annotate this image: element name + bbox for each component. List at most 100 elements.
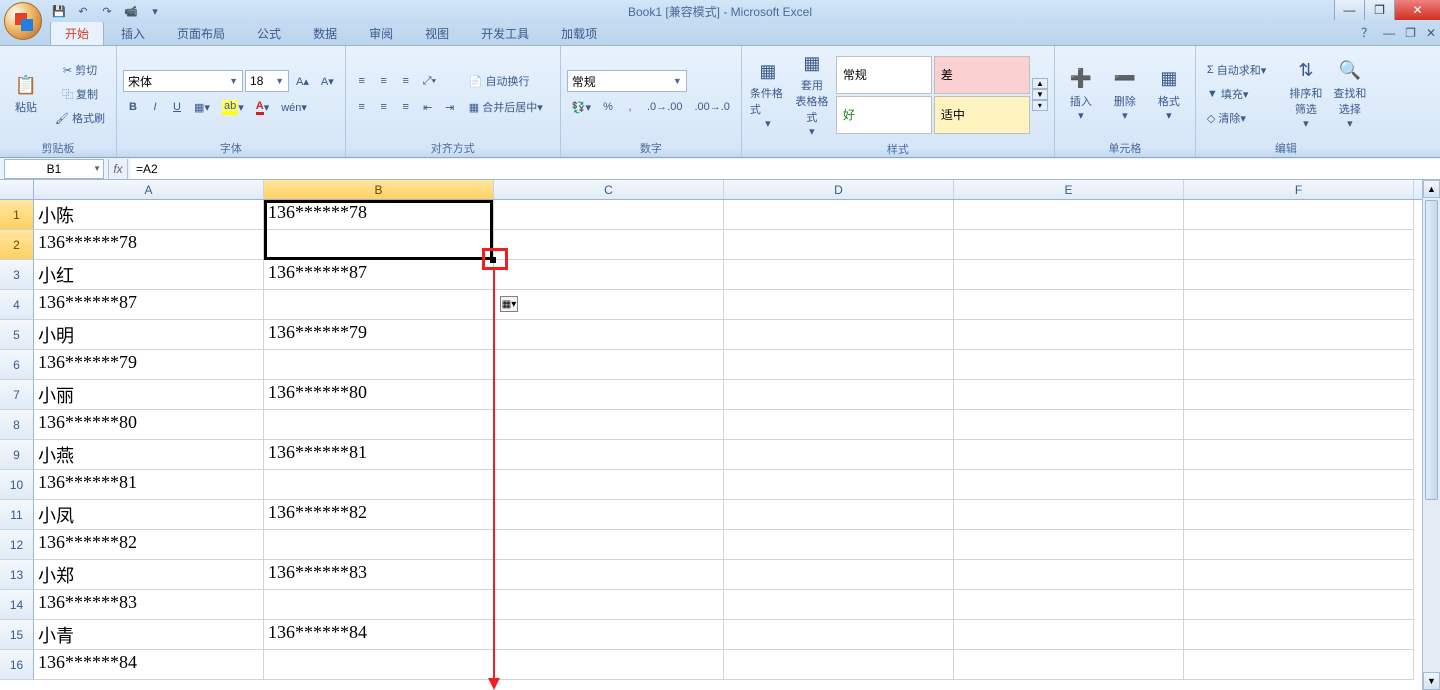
cell[interactable]: 136******84 <box>264 620 494 650</box>
scroll-down-icon[interactable]: ▼ <box>1423 672 1440 690</box>
cell[interactable] <box>494 260 724 290</box>
align-bottom-button[interactable]: ≡ <box>396 70 416 92</box>
find-select-button[interactable]: 🔍查找和 选择▾ <box>1330 49 1370 139</box>
cell[interactable] <box>954 440 1184 470</box>
column-header-D[interactable]: D <box>724 180 954 199</box>
clear-button[interactable]: ◇ 清除▾ <box>1202 107 1282 129</box>
cell[interactable] <box>954 290 1184 320</box>
fill-button[interactable]: ▼ 填充▾ <box>1202 83 1282 105</box>
format-painter-button[interactable]: 🖌 格式刷 <box>50 107 110 129</box>
cell[interactable]: 136******83 <box>34 590 264 620</box>
autofill-options-button[interactable]: ▦▾ <box>500 296 518 312</box>
sort-filter-button[interactable]: ⇅排序和 筛选▾ <box>1286 49 1326 139</box>
cell[interactable]: 小明 <box>34 320 264 350</box>
row-header[interactable]: 6 <box>0 350 34 380</box>
cell[interactable] <box>1184 590 1414 620</box>
qat-redo-icon[interactable]: ↷ <box>98 2 116 20</box>
cell[interactable] <box>954 620 1184 650</box>
increase-indent-button[interactable]: ⇥ <box>440 96 460 118</box>
cell[interactable] <box>1184 440 1414 470</box>
column-header-E[interactable]: E <box>954 180 1184 199</box>
cell[interactable] <box>264 290 494 320</box>
cell[interactable]: 136******84 <box>34 650 264 680</box>
autosum-button[interactable]: Σ 自动求和▾ <box>1202 59 1282 81</box>
help-icon[interactable]: ？ <box>1361 24 1373 41</box>
cell[interactable] <box>264 470 494 500</box>
vertical-scrollbar[interactable]: ▲ ▼ <box>1422 180 1440 690</box>
row-header[interactable]: 9 <box>0 440 34 470</box>
cell[interactable] <box>724 350 954 380</box>
cell[interactable]: 136******82 <box>264 500 494 530</box>
cell[interactable] <box>954 410 1184 440</box>
cell[interactable] <box>1184 410 1414 440</box>
cell[interactable] <box>264 530 494 560</box>
cell[interactable] <box>1184 260 1414 290</box>
style-good[interactable]: 好 <box>836 96 932 134</box>
qat-undo-icon[interactable]: ↶ <box>74 2 92 20</box>
cell[interactable] <box>724 260 954 290</box>
delete-button[interactable]: ➖删除▾ <box>1105 49 1145 139</box>
cell[interactable] <box>724 440 954 470</box>
cell[interactable] <box>264 590 494 620</box>
row-header[interactable]: 5 <box>0 320 34 350</box>
font-size-combo[interactable]: 18▼ <box>245 70 289 92</box>
cell[interactable]: 136******83 <box>264 560 494 590</box>
maximize-button[interactable]: ❐ <box>1364 0 1394 20</box>
cell[interactable] <box>494 290 724 320</box>
align-middle-button[interactable]: ≡ <box>374 70 394 92</box>
increase-decimal-button[interactable]: .0→.00 <box>642 96 687 118</box>
cell[interactable] <box>954 260 1184 290</box>
cell[interactable] <box>724 620 954 650</box>
align-center-button[interactable]: ≡ <box>374 96 394 118</box>
font-name-combo[interactable]: 宋体▼ <box>123 70 243 92</box>
format-as-table-button[interactable]: ▦ 套用 表格格式▾ <box>792 49 832 140</box>
cell[interactable]: 小凤 <box>34 500 264 530</box>
gallery-down-icon[interactable]: ▼ <box>1032 89 1048 100</box>
cell[interactable] <box>1184 530 1414 560</box>
conditional-formatting-button[interactable]: ▦ 条件格式▾ <box>748 49 788 140</box>
cell[interactable] <box>1184 320 1414 350</box>
cell[interactable] <box>494 410 724 440</box>
fill-color-button[interactable]: ab▾ <box>217 96 249 118</box>
paste-button[interactable]: 📋 粘贴 <box>6 49 46 139</box>
cell[interactable] <box>494 440 724 470</box>
qat-save-icon[interactable]: 💾 <box>50 2 68 20</box>
row-header[interactable]: 2 <box>0 230 34 260</box>
style-neutral[interactable]: 适中 <box>934 96 1030 134</box>
cell[interactable] <box>1184 560 1414 590</box>
row-header[interactable]: 8 <box>0 410 34 440</box>
cell[interactable] <box>1184 230 1414 260</box>
row-header[interactable]: 12 <box>0 530 34 560</box>
row-header[interactable]: 16 <box>0 650 34 680</box>
cell[interactable] <box>494 470 724 500</box>
cell[interactable] <box>264 350 494 380</box>
cell[interactable]: 136******80 <box>34 410 264 440</box>
cell[interactable] <box>724 320 954 350</box>
copy-button[interactable]: ⿻ 复制 <box>50 83 110 105</box>
tab-insert[interactable]: 插入 <box>106 21 160 45</box>
align-top-button[interactable]: ≡ <box>352 70 372 92</box>
cell[interactable] <box>1184 500 1414 530</box>
gallery-more-icon[interactable]: ▾ <box>1032 100 1048 111</box>
column-header-F[interactable]: F <box>1184 180 1414 199</box>
bold-button[interactable]: B <box>123 96 143 118</box>
column-header-B[interactable]: B <box>264 180 494 199</box>
cell[interactable]: 小青 <box>34 620 264 650</box>
row-header[interactable]: 14 <box>0 590 34 620</box>
cell[interactable]: 小郑 <box>34 560 264 590</box>
align-right-button[interactable]: ≡ <box>396 96 416 118</box>
cell[interactable] <box>494 350 724 380</box>
cell[interactable] <box>1184 380 1414 410</box>
cell[interactable] <box>954 590 1184 620</box>
cell[interactable] <box>724 560 954 590</box>
cell[interactable] <box>1184 350 1414 380</box>
cell[interactable]: 小陈 <box>34 200 264 230</box>
cell[interactable] <box>724 650 954 680</box>
decrease-decimal-button[interactable]: .00→.0 <box>689 96 734 118</box>
cell[interactable] <box>264 230 494 260</box>
cell[interactable] <box>954 470 1184 500</box>
name-box[interactable]: B1▼ <box>4 159 104 179</box>
select-all-corner[interactable] <box>0 180 34 199</box>
phonetic-button[interactable]: wén▾ <box>276 96 312 118</box>
cell[interactable] <box>494 200 724 230</box>
